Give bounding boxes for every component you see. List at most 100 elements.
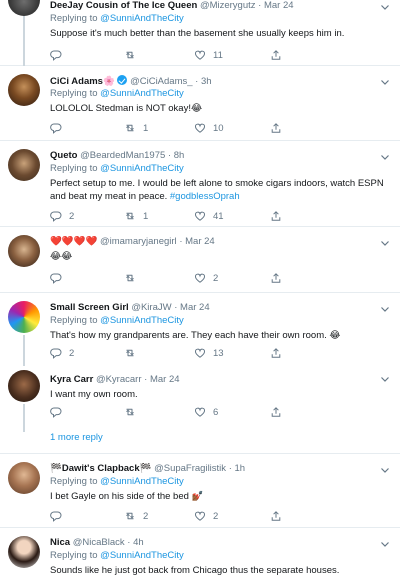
mention-link[interactable]: @SunniAndTheCity	[100, 88, 184, 99]
share-button[interactable]	[270, 48, 282, 62]
tweet[interactable]: Kyra Carr @Kyracarr · Mar 24 I want my o…	[0, 366, 400, 424]
avatar[interactable]	[8, 301, 40, 333]
avatar[interactable]	[8, 74, 40, 106]
retweet-button[interactable]	[124, 346, 136, 360]
handle[interactable]: @KiraJW	[131, 302, 171, 313]
retweet-icon	[126, 212, 134, 220]
tweet[interactable]: ❤️❤️❤️❤️ @imamaryjanegirl · Mar 24 😂😂 2	[0, 227, 400, 293]
display-name[interactable]: Nica	[50, 537, 70, 548]
share-icon	[271, 407, 281, 417]
replying-to: Replying to @SunniAndTheCity	[50, 88, 392, 100]
timestamp[interactable]: Mar 24	[150, 374, 180, 385]
replying-to: Replying to @SunniAndTheCity	[50, 163, 392, 175]
chevron-down-icon[interactable]	[380, 305, 390, 313]
thread-line	[23, 16, 25, 66]
tweet[interactable]: Queto @BeardedMan1975 · 8h Replying to @…	[0, 141, 400, 227]
display-name[interactable]: CiCi Adams	[50, 76, 103, 87]
replying-to-label: Replying to	[50, 13, 98, 24]
tweet[interactable]: DeeJay Cousin of The Ice Queen @Mizerygu…	[0, 0, 400, 66]
like-button[interactable]: 2	[194, 509, 218, 523]
retweet-button[interactable]: 1	[124, 209, 148, 223]
reply-button[interactable]: 2	[50, 346, 74, 360]
tweet-actions: 2 13	[50, 346, 350, 360]
avatar[interactable]	[8, 462, 40, 494]
chevron-down-icon[interactable]	[380, 78, 390, 86]
chevron-down-icon[interactable]	[380, 3, 390, 11]
share-button[interactable]	[270, 509, 282, 523]
chevron-down-icon[interactable]	[380, 540, 390, 548]
timestamp[interactable]: Mar 24	[264, 0, 294, 11]
hashtag-link[interactable]: #godblessOprah	[170, 191, 240, 202]
display-name[interactable]: Dawit's Clapback	[62, 463, 140, 474]
reply-button[interactable]	[50, 271, 62, 285]
display-name[interactable]: DeeJay Cousin of The Ice Queen	[50, 0, 197, 11]
separator: ·	[127, 537, 131, 548]
like-button[interactable]: 10	[194, 121, 224, 135]
timestamp[interactable]: Mar 24	[180, 302, 210, 313]
mention-link[interactable]: @SunniAndTheCity	[100, 550, 184, 561]
handle[interactable]: @Mizerygutz	[200, 0, 256, 11]
handle[interactable]: @Kyracarr	[96, 374, 142, 385]
timestamp[interactable]: 4h	[133, 537, 144, 548]
mention-link[interactable]: @SunniAndTheCity	[100, 476, 184, 487]
thread-line	[23, 335, 25, 366]
thread-line	[23, 404, 25, 424]
like-button[interactable]: 2	[194, 271, 218, 285]
timestamp[interactable]: 8h	[174, 150, 185, 161]
retweet-button[interactable]	[124, 271, 136, 285]
chevron-down-icon[interactable]	[380, 375, 390, 383]
tweet-text-body: That's how my grandparents are. They eac…	[50, 330, 327, 341]
share-button[interactable]	[270, 405, 282, 419]
display-name[interactable]: Small Screen Girl	[50, 302, 129, 313]
like-button[interactable]: 41	[194, 209, 224, 223]
timestamp[interactable]: 1h	[235, 463, 246, 474]
retweet-button[interactable]	[124, 48, 136, 62]
replying-to-label: Replying to	[50, 550, 98, 561]
avatar[interactable]	[8, 0, 40, 16]
tweet[interactable]: Nica @NicaBlack · 4h Replying to @SunniA…	[0, 528, 400, 575]
reply-button[interactable]	[50, 48, 62, 62]
reply-button[interactable]	[50, 509, 62, 523]
avatar[interactable]	[8, 370, 40, 402]
tweet[interactable]: 🏁Dawit's Clapback🏁 @SupaFragilistik · 1h…	[0, 454, 400, 528]
handle[interactable]: @BeardedMan1975	[80, 150, 165, 161]
share-button[interactable]	[270, 271, 282, 285]
like-button[interactable]: 13	[194, 346, 224, 360]
timestamp[interactable]: 3h	[201, 76, 212, 87]
like-count: 2	[213, 510, 219, 522]
timestamp[interactable]: Mar 24	[185, 236, 215, 247]
more-replies-link[interactable]: 1 more reply	[50, 432, 103, 443]
avatar[interactable]	[8, 536, 40, 568]
share-button[interactable]	[270, 121, 282, 135]
handle[interactable]: @imamaryjanegirl	[100, 236, 177, 247]
chevron-down-icon[interactable]	[380, 466, 390, 474]
retweet-button[interactable]: 2	[124, 509, 148, 523]
tweet[interactable]: CiCi Adams🌸 @CiCiAdams_ · 3h Replying to…	[0, 66, 400, 141]
chevron-down-icon[interactable]	[380, 153, 390, 161]
retweet-button[interactable]: 1	[124, 121, 148, 135]
display-name[interactable]: Queto	[50, 150, 77, 161]
chevron-down-icon[interactable]	[380, 239, 390, 247]
reply-icon	[50, 273, 62, 284]
mention-link[interactable]: @SunniAndTheCity	[100, 163, 184, 174]
reply-button[interactable]	[50, 121, 62, 135]
tweet[interactable]: Small Screen Girl @KiraJW · Mar 24 Reply…	[0, 293, 400, 366]
like-button[interactable]: 11	[194, 48, 223, 62]
mention-link[interactable]: @SunniAndTheCity	[100, 13, 184, 24]
share-button[interactable]	[270, 209, 282, 223]
handle[interactable]: @SupaFragilistik	[154, 463, 226, 474]
display-name[interactable]: ❤️❤️❤️❤️	[50, 236, 97, 247]
avatar[interactable]	[8, 149, 40, 181]
retweet-button[interactable]	[124, 405, 136, 419]
handle[interactable]: @NicaBlack	[73, 537, 125, 548]
share-button[interactable]	[270, 346, 282, 360]
mention-link[interactable]: @SunniAndTheCity	[100, 315, 184, 326]
more-replies-row[interactable]: 1 more reply	[0, 424, 400, 454]
verified-badge-icon	[117, 75, 128, 85]
display-name[interactable]: Kyra Carr	[50, 374, 93, 385]
handle[interactable]: @CiCiAdams_	[130, 76, 192, 87]
like-button[interactable]: 6	[194, 405, 218, 419]
avatar[interactable]	[8, 235, 40, 267]
reply-button[interactable]: 2	[50, 209, 74, 223]
reply-button[interactable]	[50, 405, 62, 419]
